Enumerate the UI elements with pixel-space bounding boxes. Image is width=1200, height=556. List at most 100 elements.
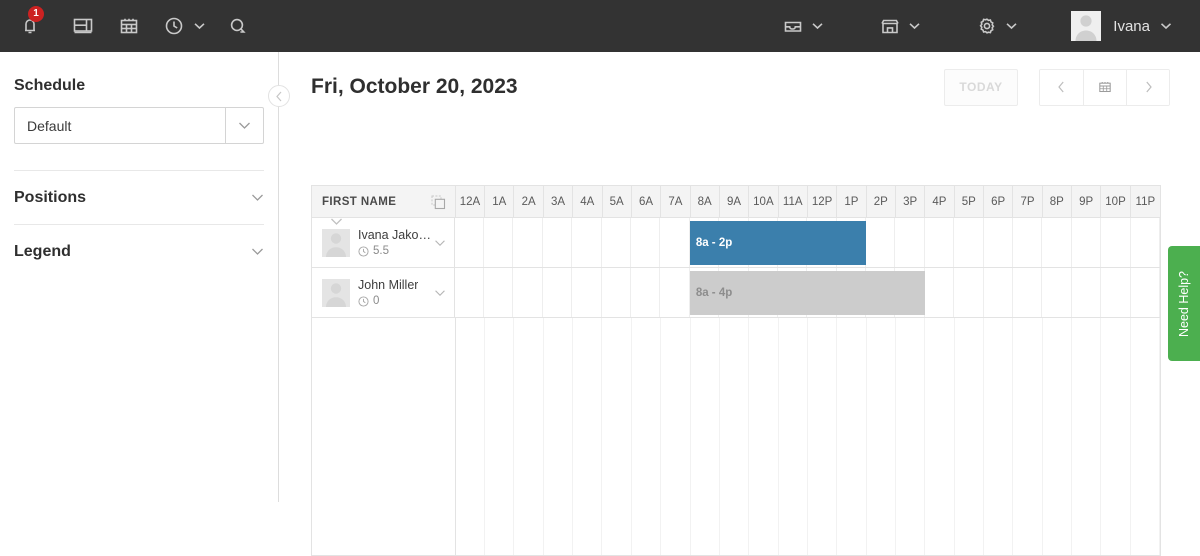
empty-time-cell[interactable] bbox=[1131, 318, 1161, 555]
time-cell[interactable] bbox=[1042, 218, 1072, 267]
employee-info: Ivana Jako… 5.5 bbox=[358, 228, 431, 257]
store-button[interactable] bbox=[867, 0, 930, 52]
time-cell[interactable] bbox=[984, 218, 1014, 267]
time-cell[interactable] bbox=[895, 218, 925, 267]
messages-icon bbox=[230, 18, 246, 33]
calendar-button[interactable] bbox=[106, 0, 152, 52]
messages-button[interactable] bbox=[215, 0, 261, 52]
empty-time-cell[interactable] bbox=[984, 318, 1014, 555]
prev-day-button[interactable] bbox=[1040, 69, 1083, 105]
empty-time-cell[interactable] bbox=[1043, 318, 1072, 555]
empty-time-cell[interactable] bbox=[632, 318, 662, 555]
time-cell[interactable] bbox=[1131, 218, 1160, 267]
time-cell[interactable] bbox=[866, 218, 896, 267]
hour-header-1A: 1A bbox=[485, 186, 515, 217]
shift-block[interactable]: 8a - 4p bbox=[689, 271, 925, 315]
notifications-bell-button[interactable]: 1 bbox=[0, 0, 60, 52]
empty-time-cell[interactable] bbox=[837, 318, 867, 555]
empty-time-cell[interactable] bbox=[1101, 318, 1131, 555]
need-help-tab[interactable]: Need Help? bbox=[1168, 246, 1200, 361]
employee-row-menu-chevron[interactable] bbox=[434, 234, 446, 252]
empty-time-cell[interactable] bbox=[808, 318, 838, 555]
today-button[interactable]: TODAY bbox=[944, 68, 1018, 106]
time-cell[interactable] bbox=[1013, 218, 1043, 267]
table-row[interactable]: John Miller 0 8a - 4p bbox=[312, 268, 1160, 318]
empty-time-cell[interactable] bbox=[456, 318, 486, 555]
first-name-sort-chevron[interactable] bbox=[330, 213, 343, 231]
time-cell[interactable] bbox=[572, 268, 602, 317]
next-day-button[interactable] bbox=[1126, 69, 1169, 105]
time-cell[interactable] bbox=[1042, 268, 1072, 317]
empty-time-cell[interactable] bbox=[749, 318, 779, 555]
time-cell[interactable] bbox=[984, 268, 1014, 317]
sidebar-item-positions[interactable]: Positions bbox=[14, 171, 264, 224]
inbox-button[interactable] bbox=[770, 0, 833, 52]
empty-time-cell[interactable] bbox=[544, 318, 574, 555]
inbox-icon bbox=[784, 21, 802, 32]
time-clock-button[interactable] bbox=[152, 0, 215, 52]
hour-header-2P: 2P bbox=[867, 186, 896, 217]
employee-cell[interactable]: John Miller 0 bbox=[312, 268, 455, 317]
time-cell[interactable] bbox=[631, 268, 661, 317]
time-cell[interactable] bbox=[1072, 218, 1102, 267]
user-menu-button[interactable]: Ivana bbox=[1061, 0, 1182, 52]
time-cell[interactable] bbox=[513, 268, 543, 317]
empty-time-cell[interactable] bbox=[720, 318, 750, 555]
table-row[interactable]: Ivana Jako… 5.5 8a - 2p bbox=[312, 218, 1160, 268]
time-cell[interactable] bbox=[1072, 268, 1102, 317]
settings-button[interactable] bbox=[964, 0, 1027, 52]
empty-time-cell[interactable] bbox=[1013, 318, 1043, 555]
schedule-select-arrow[interactable] bbox=[225, 108, 263, 143]
time-cell[interactable] bbox=[602, 218, 631, 267]
time-cell[interactable] bbox=[543, 268, 573, 317]
time-cell[interactable] bbox=[572, 218, 602, 267]
time-cell[interactable] bbox=[954, 268, 984, 317]
schedule-heading: Schedule bbox=[14, 77, 86, 94]
date-picker-button[interactable] bbox=[1083, 69, 1126, 105]
time-cell[interactable] bbox=[543, 218, 573, 267]
time-cell[interactable] bbox=[954, 218, 984, 267]
time-cell[interactable] bbox=[660, 218, 690, 267]
chevron-down-icon bbox=[331, 218, 342, 225]
time-cell[interactable] bbox=[484, 218, 514, 267]
time-cell[interactable] bbox=[1101, 268, 1131, 317]
hour-header-12P: 12P bbox=[808, 186, 838, 217]
dashboard-button[interactable] bbox=[60, 0, 106, 52]
sidebar-collapse-button[interactable] bbox=[268, 85, 290, 107]
copy-icon[interactable] bbox=[431, 195, 446, 215]
empty-time-cell[interactable] bbox=[661, 318, 691, 555]
empty-time-cell[interactable] bbox=[779, 318, 808, 555]
time-cell[interactable] bbox=[455, 268, 485, 317]
employee-row-menu-chevron[interactable] bbox=[434, 284, 446, 302]
empty-time-cell[interactable] bbox=[896, 318, 926, 555]
avatar-silhouette-icon bbox=[1075, 15, 1097, 41]
hour-header-8A: 8A bbox=[691, 186, 720, 217]
time-cell[interactable] bbox=[602, 268, 631, 317]
user-name-label: Ivana bbox=[1113, 17, 1150, 35]
empty-time-cell[interactable] bbox=[691, 318, 720, 555]
empty-time-cell[interactable] bbox=[867, 318, 896, 555]
empty-time-cell[interactable] bbox=[925, 318, 955, 555]
empty-time-cell[interactable] bbox=[514, 318, 544, 555]
empty-time-cell[interactable] bbox=[573, 318, 603, 555]
empty-time-cell[interactable] bbox=[485, 318, 515, 555]
schedule-select[interactable]: Default bbox=[14, 107, 264, 144]
time-cell[interactable] bbox=[660, 268, 690, 317]
empty-time-cell[interactable] bbox=[955, 318, 984, 555]
time-cell[interactable] bbox=[631, 218, 661, 267]
time-cell[interactable] bbox=[925, 268, 955, 317]
hour-header-5P: 5P bbox=[955, 186, 984, 217]
employee-hours: 0 bbox=[358, 295, 418, 307]
empty-time-cell[interactable] bbox=[602, 318, 632, 555]
time-cell[interactable] bbox=[1013, 268, 1043, 317]
time-cell[interactable] bbox=[513, 218, 543, 267]
sidebar-item-legend[interactable]: Legend bbox=[14, 225, 264, 278]
time-cell[interactable] bbox=[1101, 218, 1131, 267]
chevron-left-icon bbox=[1058, 81, 1064, 93]
empty-time-cell[interactable] bbox=[1072, 318, 1102, 555]
time-cell[interactable] bbox=[484, 268, 514, 317]
time-cell[interactable] bbox=[925, 218, 955, 267]
shift-block[interactable]: 8a - 2p bbox=[689, 221, 867, 265]
time-cell[interactable] bbox=[1131, 268, 1160, 317]
time-cell[interactable] bbox=[455, 218, 485, 267]
